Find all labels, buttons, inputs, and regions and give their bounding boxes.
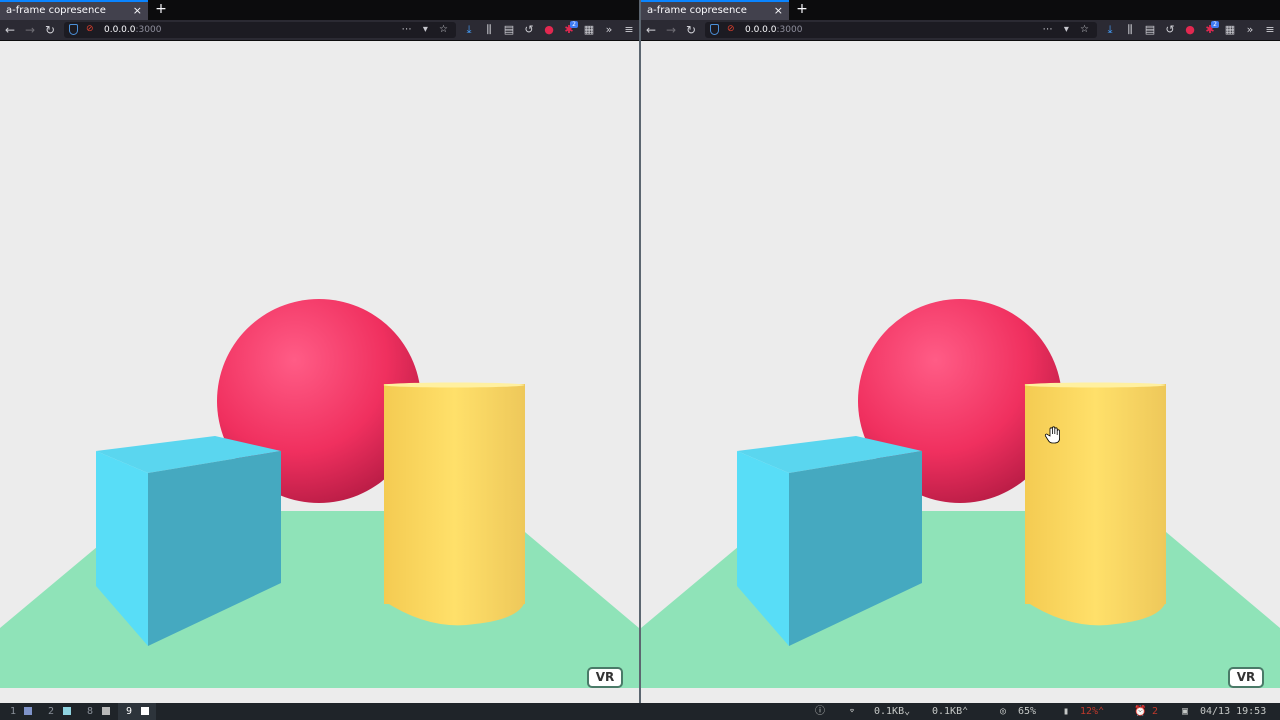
- scene-bottom-band: [641, 688, 1280, 703]
- url-bar[interactable]: ⊘ 0.0.0.0:3000 ⋯ ▾ ☆: [705, 22, 1097, 38]
- pocket-icon[interactable]: ▾: [1064, 24, 1073, 35]
- volume-icon[interactable]: ◎: [1000, 703, 1006, 720]
- chevron-down-icon: ⌄: [904, 706, 911, 717]
- library-icon[interactable]: ⫼: [482, 22, 496, 38]
- ublock-icon[interactable]: ●: [1183, 22, 1197, 38]
- apps-grid-icon[interactable]: ▦: [582, 22, 596, 38]
- workspace-indicator: [63, 707, 71, 715]
- workspace-9[interactable]: 9: [118, 703, 156, 720]
- tab-bar: a-frame copresence × +: [641, 0, 1280, 20]
- apps-grid-icon[interactable]: ▦: [1223, 22, 1237, 38]
- chevron-up-icon: ⌃: [962, 706, 969, 717]
- overflow-chevron-icon[interactable]: »: [602, 22, 616, 38]
- insecure-connection-icon[interactable]: ⊘: [86, 24, 97, 35]
- net-download: 0.1KB⌄: [874, 706, 911, 717]
- url-text[interactable]: 0.0.0.0:3000: [104, 22, 161, 38]
- forward-button[interactable]: →: [664, 22, 678, 38]
- browser-window-right: a-frame copresence × + ← → ↻ ⊘ 0.0.0.0:3…: [641, 0, 1280, 703]
- battery-level: 12%⌃: [1080, 706, 1105, 717]
- tab-bar: a-frame copresence × +: [0, 0, 639, 20]
- downloads-icon[interactable]: ⤓: [1103, 22, 1117, 38]
- cylinder: [1024, 382, 1166, 626]
- system-status-bar: 1 2 8 9 ⓘ ⌔ 0.1KB⌄ 0.1KB⌃ ◎ 65% ▮ 12%⌃ ⏰…: [0, 703, 1280, 720]
- nav-toolbar: ← → ↻ ⊘ 0.0.0.0:3000 ⋯ ▾ ☆ ⤓ ⫼ ▤ ↺ ● ✱ 2 …: [641, 20, 1280, 41]
- workspace-indicator: [102, 707, 110, 715]
- workspace-indicator: [141, 707, 149, 715]
- library-icon[interactable]: ⫼: [1123, 22, 1137, 38]
- insecure-connection-icon[interactable]: ⊘: [727, 24, 738, 35]
- workspace-number: 2: [48, 706, 55, 717]
- extension-icon[interactable]: ↺: [522, 22, 536, 38]
- scene-canvas[interactable]: [0, 41, 639, 703]
- chevron-up-icon: ⌃: [1098, 706, 1105, 717]
- back-button[interactable]: ←: [644, 22, 658, 38]
- volume-level: 65%: [1018, 706, 1037, 717]
- hamburger-menu-icon[interactable]: ≡: [1263, 22, 1277, 38]
- calendar-icon: ▣: [1182, 706, 1189, 717]
- tab-close-icon[interactable]: ×: [133, 2, 142, 19]
- tracking-shield-icon[interactable]: [710, 24, 719, 35]
- tracking-shield-icon[interactable]: [69, 24, 78, 35]
- hamburger-menu-icon[interactable]: ≡: [622, 22, 636, 38]
- workspace-indicator: [24, 707, 32, 715]
- workspace-number: 1: [10, 706, 17, 717]
- sidebar-icon[interactable]: ▤: [502, 22, 516, 38]
- enter-vr-button[interactable]: VR: [1228, 667, 1264, 688]
- reload-button[interactable]: ↻: [684, 22, 698, 38]
- scene-bottom-band: [0, 688, 639, 703]
- page-actions-icon[interactable]: ⋯: [402, 24, 416, 35]
- forward-button[interactable]: →: [23, 22, 37, 38]
- workspace-number: 9: [126, 706, 133, 717]
- page-actions[interactable]: ⋯ ▾ ☆: [402, 22, 452, 38]
- pocket-icon[interactable]: ▾: [423, 24, 432, 35]
- extension-badge-icon[interactable]: ✱ 2: [1203, 21, 1219, 38]
- browser-window-left: a-frame copresence × + ← → ↻ ⊘ 0.0.0.0:3…: [0, 0, 639, 703]
- back-button[interactable]: ←: [3, 22, 17, 38]
- enter-vr-button[interactable]: VR: [587, 667, 623, 688]
- tab-close-icon[interactable]: ×: [774, 2, 783, 19]
- extension-icon[interactable]: ↺: [1163, 22, 1177, 38]
- new-tab-button[interactable]: +: [794, 0, 810, 20]
- workspace-number: 8: [87, 706, 94, 717]
- alarm-count: 2: [1152, 706, 1159, 717]
- tab-a-frame-copresence[interactable]: a-frame copresence ×: [0, 0, 148, 20]
- downloads-icon[interactable]: ⤓: [462, 22, 476, 38]
- battery-icon: ▮: [1063, 706, 1070, 717]
- extension-badge-icon[interactable]: ✱ 2: [562, 21, 578, 38]
- ublock-icon[interactable]: ●: [542, 22, 556, 38]
- bookmark-star-icon[interactable]: ☆: [1080, 24, 1093, 35]
- net-upload: 0.1KB⌃: [932, 706, 969, 717]
- aframe-scene[interactable]: VR: [0, 41, 639, 703]
- bookmark-star-icon[interactable]: ☆: [439, 24, 452, 35]
- alarm-icon[interactable]: ⏰: [1134, 703, 1146, 720]
- datetime: 04/13 19:53: [1200, 706, 1267, 717]
- overflow-chevron-icon[interactable]: »: [1243, 22, 1257, 38]
- aframe-scene[interactable]: VR: [641, 41, 1280, 703]
- nav-toolbar: ← → ↻ ⊘ 0.0.0.0:3000 ⋯ ▾ ☆ ⤓ ⫼ ▤ ↺ ● ✱ 2 …: [0, 20, 639, 41]
- page-actions[interactable]: ⋯ ▾ ☆: [1043, 22, 1093, 38]
- scene-canvas[interactable]: [641, 41, 1280, 703]
- tab-a-frame-copresence[interactable]: a-frame copresence ×: [641, 0, 789, 20]
- url-text[interactable]: 0.0.0.0:3000: [745, 22, 802, 38]
- reload-button[interactable]: ↻: [43, 22, 57, 38]
- url-bar[interactable]: ⊘ 0.0.0.0:3000 ⋯ ▾ ☆: [64, 22, 456, 38]
- info-icon[interactable]: ⓘ: [815, 703, 825, 720]
- wifi-icon: ⌔: [849, 706, 856, 717]
- page-actions-icon[interactable]: ⋯: [1043, 24, 1057, 35]
- sidebar-icon[interactable]: ▤: [1143, 22, 1157, 38]
- tab-title: a-frame copresence: [6, 5, 106, 16]
- cylinder: [383, 382, 525, 626]
- tab-title: a-frame copresence: [647, 5, 747, 16]
- new-tab-button[interactable]: +: [153, 0, 169, 20]
